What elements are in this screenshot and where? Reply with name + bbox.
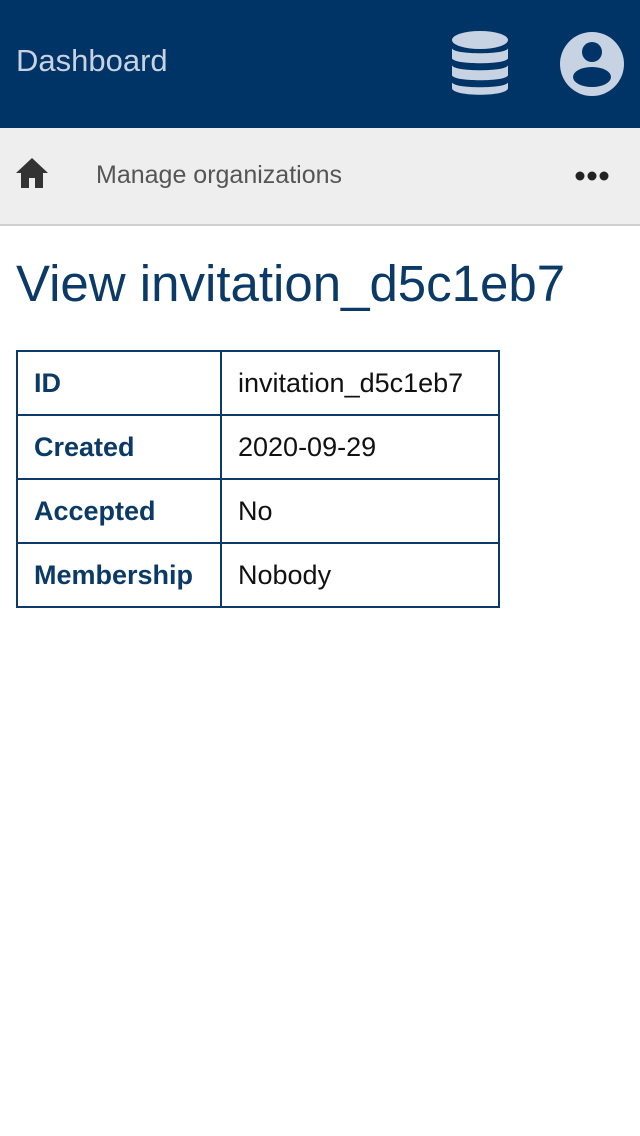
table-row: ID invitation_d5c1eb7 xyxy=(16,350,500,416)
table-row: Created 2020-09-29 xyxy=(16,414,500,480)
row-value: invitation_d5c1eb7 xyxy=(220,350,500,416)
top-app-bar: Dashboard xyxy=(0,0,640,128)
table-row: Membership Nobody xyxy=(16,542,500,608)
page-title: View invitation_d5c1eb7 xyxy=(16,255,566,312)
manage-organizations-link[interactable]: Manage organizations xyxy=(96,159,342,191)
table-row: Accepted No xyxy=(16,478,500,544)
invitation-details-table: ID invitation_d5c1eb7 Created 2020-09-29… xyxy=(16,350,500,608)
row-label: Created xyxy=(16,414,222,480)
row-value: 2020-09-29 xyxy=(220,414,500,480)
user-circle-icon[interactable] xyxy=(558,30,626,98)
row-label: Accepted xyxy=(16,478,222,544)
row-value: No xyxy=(220,478,500,544)
database-icon[interactable] xyxy=(450,30,510,98)
dashboard-link[interactable]: Dashboard xyxy=(16,42,168,80)
row-value: Nobody xyxy=(220,542,500,608)
row-label: Membership xyxy=(16,542,222,608)
row-label: ID xyxy=(16,350,222,416)
more-horizontal-icon[interactable] xyxy=(574,166,610,186)
home-icon[interactable] xyxy=(14,156,50,190)
